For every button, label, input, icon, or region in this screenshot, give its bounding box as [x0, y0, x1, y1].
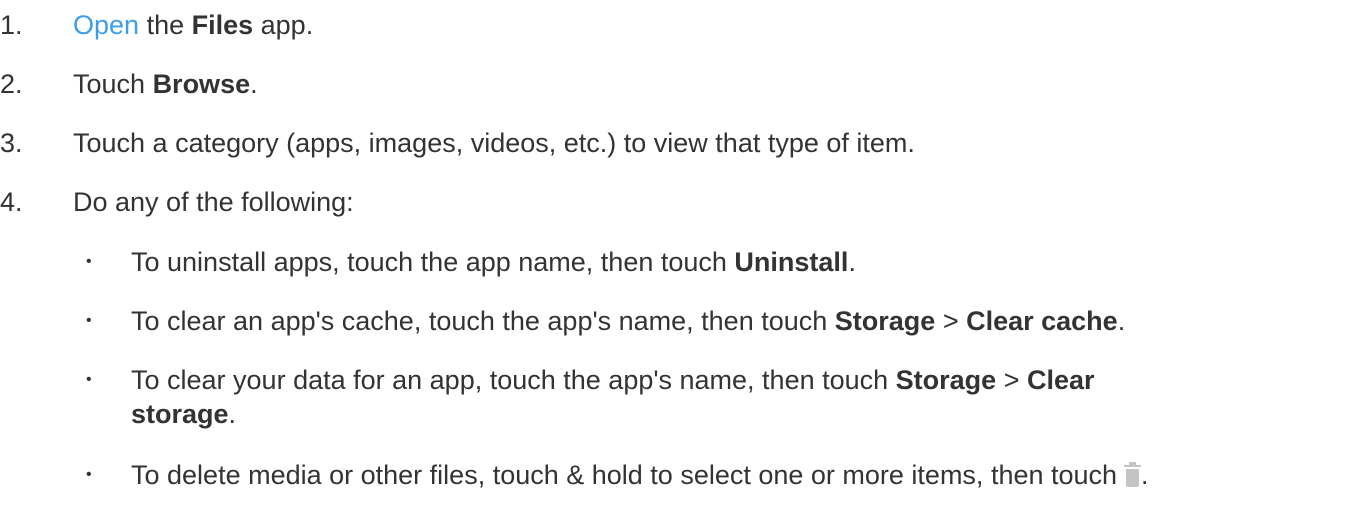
bullet-text: To clear your data for an app, touch the…: [131, 363, 1095, 431]
step-number: 2.: [0, 69, 23, 99]
bullet-dot: •: [86, 371, 92, 388]
bullet-text: To uninstall apps, touch the app name, t…: [131, 245, 856, 279]
text: .: [228, 399, 237, 429]
step-number: 1.: [0, 10, 23, 40]
trash-icon: [1124, 462, 1142, 487]
storage-label: Storage: [895, 365, 997, 395]
text: .: [1117, 306, 1126, 336]
text: >: [996, 365, 1027, 395]
text: .: [848, 247, 856, 277]
browse-label: Browse: [152, 69, 251, 99]
text: .: [250, 69, 258, 99]
text: Touch: [73, 69, 153, 99]
bullet-text: To clear an app's cache, touch the app's…: [131, 304, 1125, 338]
bullet-text: To delete media or other files, touch & …: [131, 458, 1149, 492]
bullet-dot: •: [86, 466, 92, 483]
files-label: Files: [191, 10, 254, 40]
step-text: Do any of the following:: [73, 187, 354, 217]
text: .: [1141, 460, 1149, 490]
storage-label: Storage: [834, 306, 936, 336]
text: To clear an app's cache, touch the app's…: [131, 306, 835, 336]
clear-cache-label: Clear cache: [966, 306, 1118, 336]
text: To clear your data for an app, touch the…: [131, 365, 896, 395]
bullet-dot: •: [86, 253, 92, 270]
text: >: [935, 306, 967, 336]
step-text: Touch Browse.: [73, 67, 258, 101]
uninstall-label: Uninstall: [734, 247, 849, 277]
text: the: [139, 10, 192, 40]
step-number: 4.: [0, 187, 23, 217]
bullet-dot: •: [86, 312, 92, 329]
step-number: 3.: [0, 128, 23, 158]
text: app.: [253, 10, 314, 40]
step-text: Touch a category (apps, images, videos, …: [73, 128, 915, 158]
open-files-link[interactable]: Open: [73, 10, 139, 40]
text: To uninstall apps, touch the app name, t…: [131, 247, 735, 277]
step-text: Open the Files app.: [73, 8, 313, 42]
text: To delete media or other files, touch & …: [131, 460, 1118, 490]
